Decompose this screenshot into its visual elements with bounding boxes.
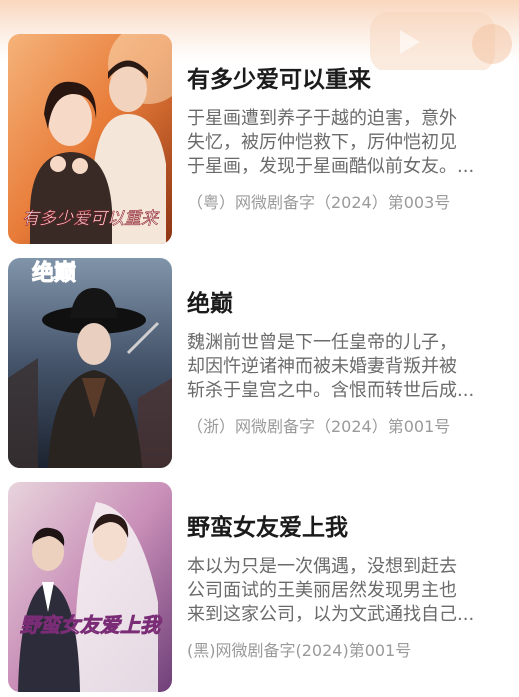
registration-number: (黑)网微剧备字(2024)第001号 (187, 641, 412, 660)
description-line: 来到这家公司，以为文武通找自己... (187, 604, 475, 625)
description-line: 公司面试的王美丽居然发现男主也 (187, 580, 457, 601)
drama-title[interactable]: 野蛮女友爱上我 (187, 514, 507, 542)
drama-card[interactable]: 有多少爱可以重来 有多少爱可以重来 于星画遭到养子于越的迫害，意外 失忆，被厉仲… (0, 34, 519, 244)
drama-card[interactable]: 野蛮女友爱上我 野蛮女友爱上我 本以为只是一次偶遇，没想到赶去 公司面试的王美丽… (0, 482, 519, 692)
drama-title[interactable]: 有多少爱可以重来 (187, 66, 507, 94)
description-line: 于星画遭到养子于越的迫害，意外 (187, 108, 457, 129)
description-line: 却因忤逆诸神而被未婚妻背叛并被 (187, 356, 457, 377)
drama-description: 本以为只是一次偶遇，没想到赶去 公司面试的王美丽居然发现男主也 来到这家公司，以… (187, 555, 517, 627)
description-line: 魏渊前世曾是下一任皇帝的儿子， (187, 332, 457, 353)
registration-number: （浙）网微剧备字（2024）第001号 (187, 417, 451, 436)
registration-number: （粤）网微剧备字（2024）第003号 (187, 193, 451, 212)
description-line: 于星画，发现于星画酷似前女友。... (187, 156, 475, 177)
drama-description: 于星画遭到养子于越的迫害，意外 失忆，被厉仲恺救下，厉仲恺初见 于星画，发现于星… (187, 107, 517, 179)
poster-title-text: 野蛮女友爱上我 (20, 613, 163, 637)
drama-card[interactable]: 绝巅 绝巅 魏渊前世曾是下一任皇帝的儿子， 却因忤逆诸神而被未婚妻背叛并被 斩杀… (0, 258, 519, 468)
poster-title-text: 绝巅 (32, 260, 76, 286)
drama-title[interactable]: 绝巅 (187, 290, 507, 318)
description-line: 本以为只是一次偶遇，没想到赶去 (187, 556, 457, 577)
drama-poster[interactable]: 野蛮女友爱上我 (8, 482, 172, 692)
description-line: 斩杀于皇宫之中。含恨而转世后成... (187, 380, 475, 401)
description-line: 失忆，被厉仲恺救下，厉仲恺初见 (187, 132, 457, 153)
drama-poster[interactable]: 绝巅 (8, 258, 172, 468)
drama-description: 魏渊前世曾是下一任皇帝的儿子， 却因忤逆诸神而被未婚妻背叛并被 斩杀于皇宫之中。… (187, 331, 517, 403)
poster-title-text: 有多少爱可以重来 (22, 209, 160, 229)
drama-poster[interactable]: 有多少爱可以重来 (8, 34, 172, 244)
